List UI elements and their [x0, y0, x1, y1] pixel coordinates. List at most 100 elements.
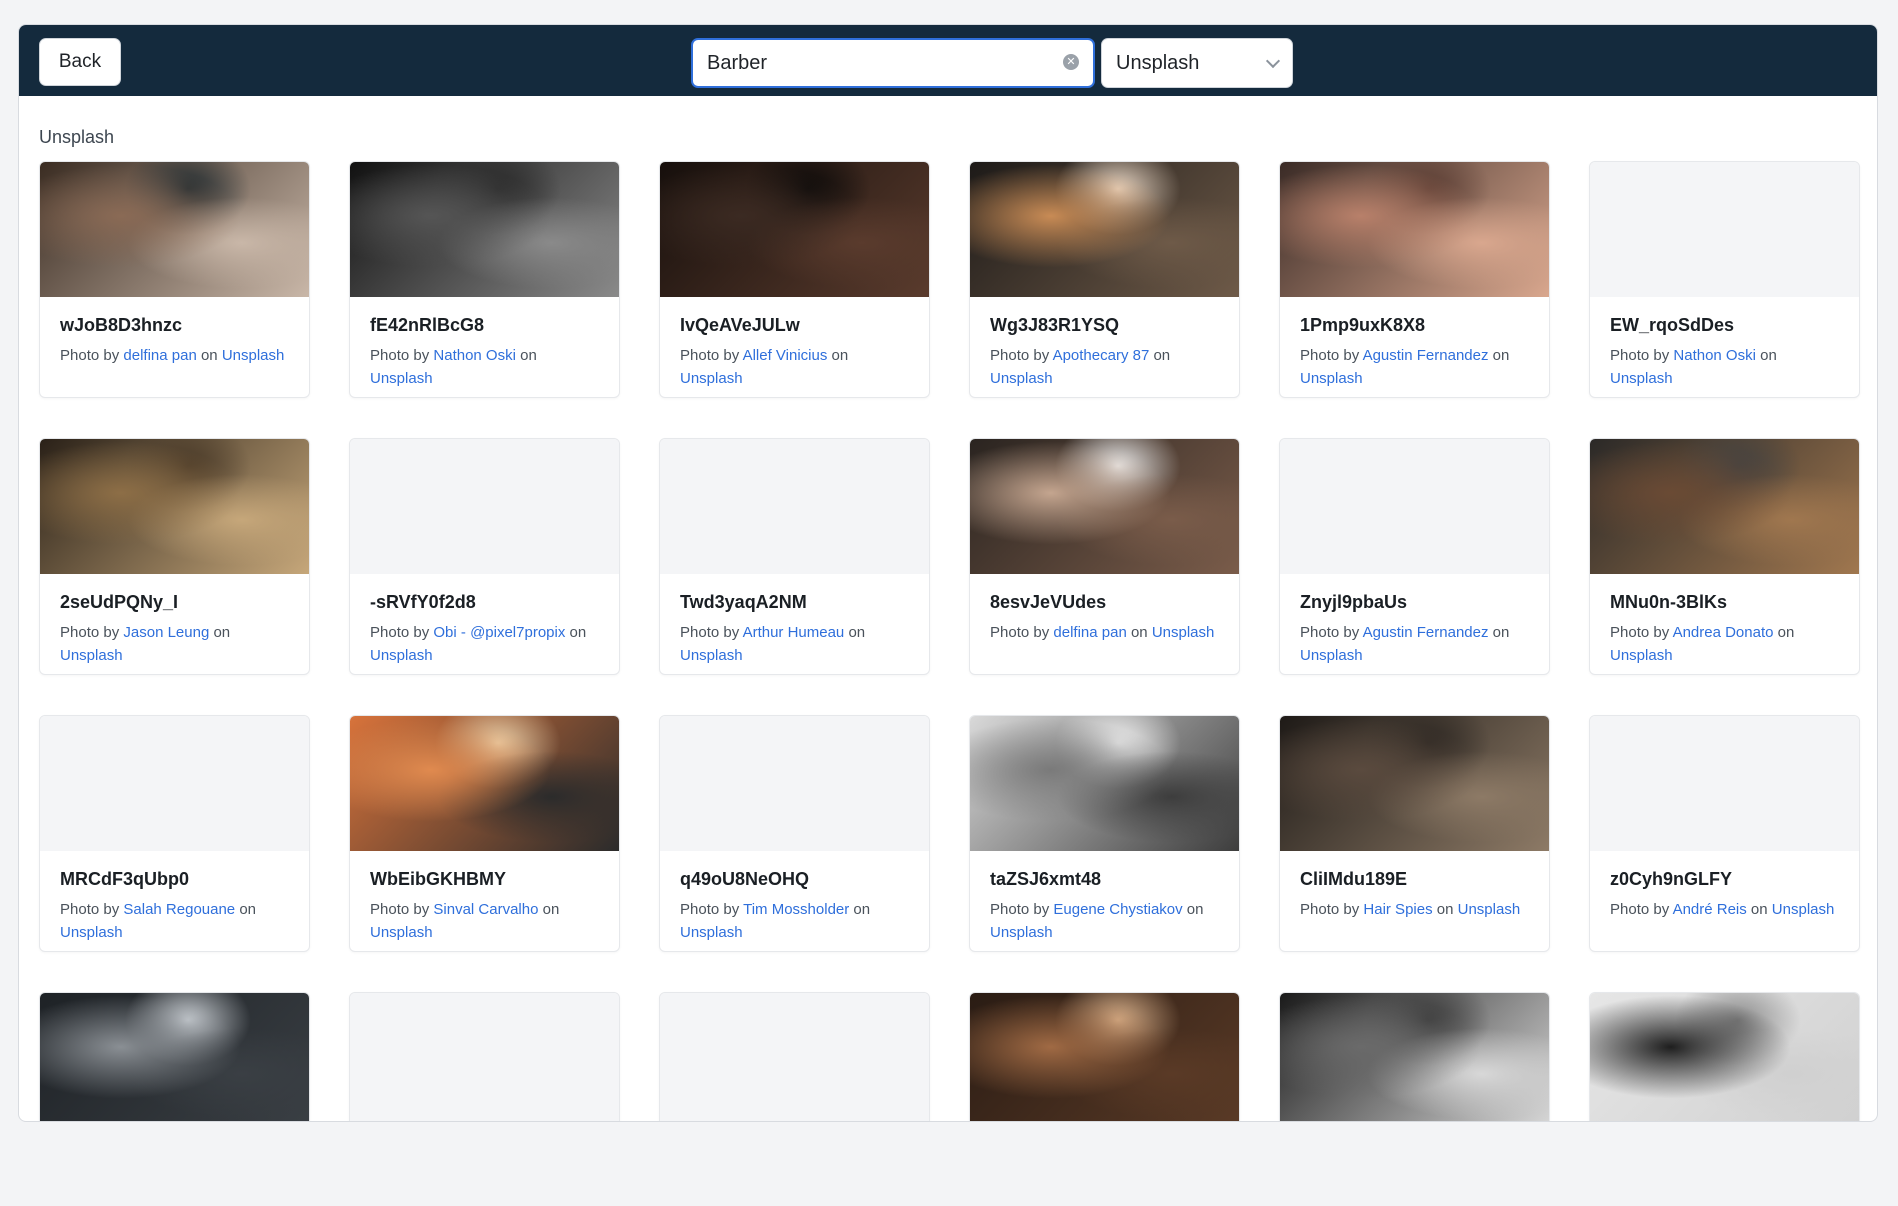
photo-card[interactable] [39, 992, 310, 1121]
card-body: WbEibGKHBMY Photo by Sinval Carvalho on U… [350, 851, 619, 944]
credit-prefix: Photo by [680, 347, 743, 364]
card-body: z0Cyh9nGLFY Photo by André Reis on Unspla… [1590, 851, 1859, 921]
unsplash-link[interactable]: Unsplash [370, 370, 433, 387]
author-link[interactable]: Nathon Oski [1673, 347, 1756, 364]
photo-card[interactable]: wJoB8D3hnzc Photo by delfina pan on Unspl… [39, 161, 310, 398]
photo-card[interactable]: IvQeAVeJULw Photo by Allef Vinicius on Un… [659, 161, 930, 398]
photo-id: q49oU8NeOHQ [680, 869, 810, 889]
photo-thumbnail[interactable] [660, 162, 929, 297]
photo-thumbnail[interactable] [970, 716, 1239, 851]
photo-thumbnail[interactable] [350, 716, 619, 851]
photo-card[interactable] [969, 992, 1240, 1121]
photo-thumbnail[interactable] [970, 162, 1239, 297]
author-link[interactable]: Jason Leung [123, 624, 209, 641]
photo-thumbnail[interactable] [40, 993, 309, 1121]
photo-card[interactable]: CliIMdu189E Photo by Hair Spies on Unspla… [1279, 715, 1550, 952]
unsplash-link[interactable]: Unsplash [990, 924, 1053, 941]
photo-card[interactable]: taZSJ6xmt48 Photo by Eugene Chystiakov on… [969, 715, 1240, 952]
author-link[interactable]: Salah Regouane [123, 901, 235, 918]
unsplash-link[interactable]: Unsplash [1300, 370, 1363, 387]
author-link[interactable]: Agustin Fernandez [1363, 347, 1489, 364]
source-dropdown[interactable]: Unsplash [1101, 38, 1293, 88]
photo-thumbnail[interactable] [1280, 716, 1549, 851]
unsplash-link[interactable]: Unsplash [60, 924, 123, 941]
unsplash-link[interactable]: Unsplash [680, 647, 743, 664]
photo-thumbnail[interactable] [40, 162, 309, 297]
credit-prefix: Photo by [1610, 901, 1673, 918]
unsplash-link[interactable]: Unsplash [370, 647, 433, 664]
unsplash-link[interactable]: Unsplash [370, 924, 433, 941]
photo-placeholder[interactable] [40, 716, 309, 851]
photo-placeholder[interactable] [1280, 439, 1549, 574]
photo-credit: Photo by Obi - @pixel7propix on Unsplash [370, 621, 599, 667]
author-link[interactable]: Apothecary 87 [1053, 347, 1150, 364]
photo-thumbnail[interactable] [970, 439, 1239, 574]
photo-placeholder[interactable] [660, 993, 929, 1121]
photo-placeholder[interactable] [660, 716, 929, 851]
unsplash-link[interactable]: Unsplash [680, 924, 743, 941]
photo-card[interactable] [1279, 992, 1550, 1121]
author-link[interactable]: Arthur Humeau [743, 624, 845, 641]
photo-card[interactable] [349, 992, 620, 1121]
author-link[interactable]: Eugene Chystiakov [1053, 901, 1182, 918]
photo-thumbnail[interactable] [1280, 993, 1549, 1121]
author-link[interactable]: Andrea Donato [1673, 624, 1774, 641]
photo-card[interactable]: MNu0n-3BlKs Photo by Andrea Donato on Uns… [1589, 438, 1860, 675]
credit-on: on [196, 347, 222, 364]
photo-placeholder[interactable] [350, 993, 619, 1121]
photo-card[interactable]: 1Pmp9uxK8X8 Photo by Agustin Fernandez on… [1279, 161, 1550, 398]
photo-card[interactable]: Twd3yaqA2NM Photo by Arthur Humeau on Uns… [659, 438, 930, 675]
unsplash-link[interactable]: Unsplash [222, 347, 285, 364]
author-link[interactable]: Sinval Carvalho [433, 901, 538, 918]
author-link[interactable]: Nathon Oski [433, 347, 516, 364]
photo-thumbnail[interactable] [1280, 162, 1549, 297]
author-link[interactable]: Obi - @pixel7propix [433, 624, 565, 641]
search-input[interactable] [707, 40, 1047, 86]
photo-card[interactable]: Znyjl9pbaUs Photo by Agustin Fernandez on… [1279, 438, 1550, 675]
search-box[interactable]: ✕ [691, 38, 1095, 88]
photo-card[interactable]: WbEibGKHBMY Photo by Sinval Carvalho on U… [349, 715, 620, 952]
unsplash-link[interactable]: Unsplash [990, 370, 1053, 387]
author-link[interactable]: delfina pan [1053, 624, 1126, 641]
author-link[interactable]: André Reis [1673, 901, 1747, 918]
photo-thumbnail[interactable] [1590, 439, 1859, 574]
unsplash-link[interactable]: Unsplash [1300, 647, 1363, 664]
unsplash-link[interactable]: Unsplash [1458, 901, 1521, 918]
photo-placeholder[interactable] [350, 439, 619, 574]
author-link[interactable]: Tim Mossholder [743, 901, 849, 918]
unsplash-link[interactable]: Unsplash [1772, 901, 1835, 918]
unsplash-link[interactable]: Unsplash [1610, 647, 1673, 664]
unsplash-link[interactable]: Unsplash [1152, 624, 1215, 641]
credit-on: on [827, 347, 849, 364]
clear-icon[interactable]: ✕ [1063, 54, 1079, 70]
back-button[interactable]: Back [39, 38, 121, 86]
photo-thumbnail[interactable] [1590, 993, 1859, 1121]
author-link[interactable]: Hair Spies [1363, 901, 1432, 918]
photo-card[interactable]: z0Cyh9nGLFY Photo by André Reis on Unspla… [1589, 715, 1860, 952]
photo-card[interactable]: MRCdF3qUbp0 Photo by Salah Regouane on Un… [39, 715, 310, 952]
photo-thumbnail[interactable] [350, 162, 619, 297]
photo-placeholder[interactable] [660, 439, 929, 574]
photo-card[interactable]: -sRVfY0f2d8 Photo by Obi - @pixel7propix … [349, 438, 620, 675]
top-bar: Back ✕ Unsplash [19, 25, 1877, 96]
photo-thumbnail[interactable] [40, 439, 309, 574]
unsplash-link[interactable]: Unsplash [680, 370, 743, 387]
card-body: 2seUdPQNy_I Photo by Jason Leung on Unspl… [40, 574, 309, 667]
photo-card[interactable] [659, 992, 930, 1121]
card-body: CliIMdu189E Photo by Hair Spies on Unspla… [1280, 851, 1549, 921]
photo-thumbnail[interactable] [970, 993, 1239, 1121]
unsplash-link[interactable]: Unsplash [1610, 370, 1673, 387]
photo-placeholder[interactable] [1590, 162, 1859, 297]
photo-card[interactable]: fE42nRlBcG8 Photo by Nathon Oski on Unspl… [349, 161, 620, 398]
photo-card[interactable] [1589, 992, 1860, 1121]
photo-card[interactable]: 8esvJeVUdes Photo by delfina pan on Unspl… [969, 438, 1240, 675]
author-link[interactable]: Allef Vinicius [743, 347, 828, 364]
photo-card[interactable]: q49oU8NeOHQ Photo by Tim Mossholder on Un… [659, 715, 930, 952]
photo-card[interactable]: EW_rqoSdDes Photo by Nathon Oski on Unspl… [1589, 161, 1860, 398]
author-link[interactable]: delfina pan [123, 347, 196, 364]
photo-card[interactable]: Wg3J83R1YSQ Photo by Apothecary 87 on Uns… [969, 161, 1240, 398]
photo-card[interactable]: 2seUdPQNy_I Photo by Jason Leung on Unspl… [39, 438, 310, 675]
unsplash-link[interactable]: Unsplash [60, 647, 123, 664]
photo-placeholder[interactable] [1590, 716, 1859, 851]
author-link[interactable]: Agustin Fernandez [1363, 624, 1489, 641]
